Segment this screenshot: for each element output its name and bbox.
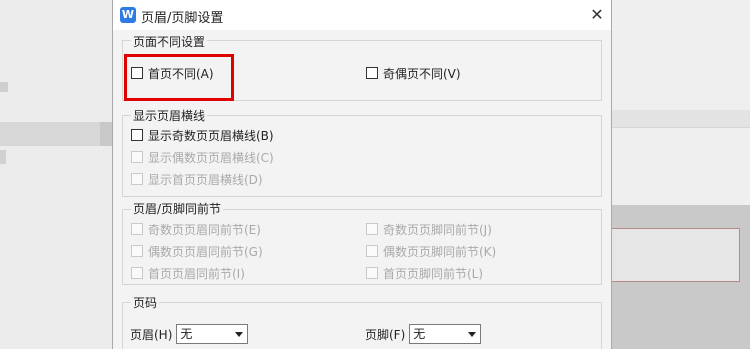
same-as-previous-label: 页眉/页脚同前节 [131,200,224,217]
header-page-number-select[interactable]: 无 [176,324,249,344]
checkbox-label: 显示奇数页页眉横线(B) [148,128,274,143]
checkbox-box[interactable] [366,223,378,235]
first-footer-same-checkbox[interactable]: 首页页脚同前节(L) [366,264,483,282]
checkbox-label: 首页页眉同前节(I) [148,266,245,281]
background-ruler [612,110,750,128]
wps-app-icon: W [120,7,136,23]
checkbox-box[interactable] [366,267,378,279]
chevron-down-icon [468,332,477,337]
even-footer-same-checkbox[interactable]: 偶数页页脚同前节(K) [366,242,496,260]
odd-footer-same-checkbox[interactable]: 奇数页页脚同前节(J) [366,220,492,238]
background-header-box [612,228,740,282]
background-mark [0,82,8,92]
close-button[interactable]: ✕ [587,5,607,25]
checkbox-box[interactable] [131,151,143,163]
highlight-annotation [124,54,234,101]
dialog-title: 页眉/页脚设置 [141,11,224,26]
background-mark [0,150,6,164]
even-header-same-checkbox[interactable]: 偶数页页眉同前节(G) [131,242,263,260]
checkbox-box[interactable] [366,67,378,79]
page-different-label: 页面不同设置 [131,33,208,50]
first-header-line-checkbox[interactable]: 显示首页页眉横线(D) [131,170,263,188]
background-left-panel [0,0,112,349]
checkbox-label: 显示偶数页页眉横线(C) [148,150,274,165]
checkbox-label: 首页页脚同前节(L) [383,266,484,281]
footer-page-number-field: 页脚(F) 无 [365,324,482,344]
dialog-titlebar[interactable]: W 页眉/页脚设置 ✕ [113,0,611,30]
checkbox-label: 奇数页页脚同前节(J) [383,222,492,237]
first-header-same-checkbox[interactable]: 首页页眉同前节(I) [131,264,245,282]
checkbox-box[interactable] [131,129,143,141]
page-number-label: 页码 [131,294,160,311]
odd-header-same-checkbox[interactable]: 奇数页页眉同前节(E) [131,220,261,238]
checkbox-box[interactable] [131,267,143,279]
select-value: 无 [180,327,193,341]
background-toolbar-handle [100,122,112,146]
odd-header-line-checkbox[interactable]: 显示奇数页页眉横线(B) [131,126,274,144]
checkbox-label: 奇数页页眉同前节(E) [148,222,261,237]
checkbox-box[interactable] [131,173,143,185]
checkbox-box[interactable] [131,245,143,257]
header-page-number-field: 页眉(H) 无 [130,324,249,344]
checkbox-box[interactable] [131,223,143,235]
even-header-line-checkbox[interactable]: 显示偶数页页眉横线(C) [131,148,274,166]
header-line-label: 显示页眉横线 [131,107,208,124]
odd-even-different-checkbox[interactable]: 奇偶页不同(V) [366,64,461,82]
header-page-number-label: 页眉(H) [130,327,173,342]
header-footer-settings-dialog: W 页眉/页脚设置 ✕ 页面不同设置 首页不同(A) 奇偶页不同(V) 显示页眉… [112,0,612,349]
select-value: 无 [413,327,426,341]
background-toolbar-band [0,122,112,146]
footer-page-number-select[interactable]: 无 [409,324,482,344]
checkbox-label: 奇偶页不同(V) [383,66,461,81]
checkbox-label: 偶数页页眉同前节(G) [148,244,263,259]
checkbox-label: 显示首页页眉横线(D) [148,172,263,187]
footer-page-number-label: 页脚(F) [365,327,406,342]
checkbox-box[interactable] [366,245,378,257]
chevron-down-icon [235,332,244,337]
checkbox-label: 偶数页页脚同前节(K) [383,244,497,259]
